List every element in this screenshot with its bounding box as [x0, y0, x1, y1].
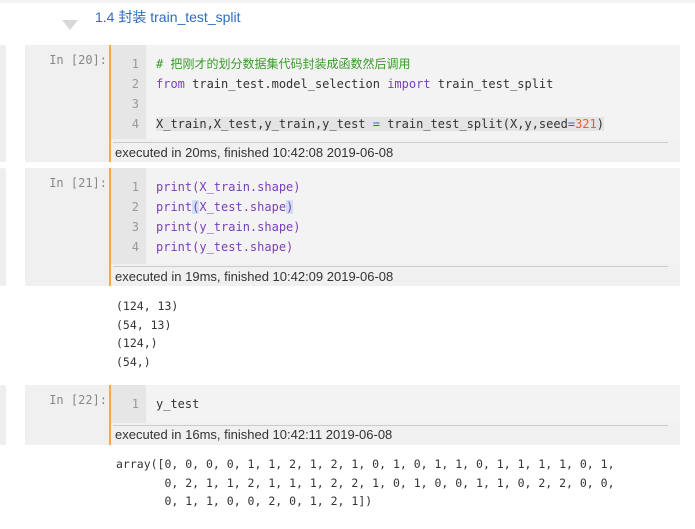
code-text: print(y_train.shape): [156, 220, 301, 234]
code-text: ): [596, 117, 604, 131]
code-number: 321: [575, 117, 597, 131]
cell-selection-bar: [0, 45, 6, 162]
input-prompt: In [20]:: [49, 53, 107, 67]
code-text: print: [156, 200, 193, 214]
code-text: print(y_test.shape): [156, 240, 294, 254]
code-cell-20[interactable]: In [20]: 1 # 把刚才的划分数据集代码封装成函数然后调用 2 from t…: [0, 45, 680, 162]
line-number: 1: [131, 180, 139, 194]
line-number: 3: [131, 97, 139, 111]
cell-selection-bar: [0, 168, 6, 286]
code-line[interactable]: 2 print(X_test.shape): [111, 197, 294, 217]
cell-selection-bar: [0, 385, 6, 445]
code-line[interactable]: 1 y_test: [111, 394, 200, 414]
execution-info: executed in 20ms, finished 10:42:08 2019…: [115, 145, 394, 160]
code-comment: # 把刚才的划分数据集代码封装成函数然后调用: [156, 57, 411, 71]
code-text: train_test_split: [430, 77, 554, 91]
execution-info: executed in 19ms, finished 10:42:09 2019…: [115, 269, 394, 284]
code-cell-22[interactable]: In [22]: 1 y_test executed in 16ms, finis…: [0, 385, 680, 445]
line-number: 2: [131, 200, 139, 214]
code-line[interactable]: 1 # 把刚才的划分数据集代码封装成函数然后调用: [111, 54, 411, 74]
code-operator: =: [567, 117, 576, 131]
divider: [113, 266, 668, 267]
matched-bracket: ): [286, 200, 294, 214]
collapse-triangle-icon[interactable]: [62, 20, 78, 30]
cell-output: array([0, 0, 0, 0, 1, 1, 2, 1, 2, 1, 0, …: [116, 457, 615, 508]
code-line[interactable]: 4 print(y_test.shape): [111, 237, 294, 257]
line-number: 2: [131, 77, 139, 91]
code-operator: =: [372, 117, 380, 131]
code-line[interactable]: 3 print(y_train.shape): [111, 217, 301, 237]
input-prompt: In [22]:: [49, 393, 107, 407]
code-line[interactable]: 3: [111, 94, 156, 114]
top-divider: [0, 0, 695, 3]
line-number: 3: [131, 220, 139, 234]
code-line[interactable]: 2 from train_test.model_selection import …: [111, 74, 554, 94]
divider: [113, 425, 668, 426]
code-cell-21[interactable]: In [21]: 1 print(X_train.shape) 2 print(X_…: [0, 168, 680, 286]
line-number: 1: [131, 57, 139, 71]
input-prompt: In [21]:: [49, 176, 107, 190]
code-editor[interactable]: [146, 385, 680, 423]
execution-info: executed in 16ms, finished 10:42:11 2019…: [115, 427, 393, 442]
code-line[interactable]: 1 print(X_train.shape): [111, 177, 301, 197]
divider: [113, 142, 668, 143]
code-text: X_test.shape: [199, 200, 287, 214]
code-text: X_train,X_test,y_train,y_test: [156, 117, 373, 131]
cell-output: (124, 13) (54, 13) (124,) (54,): [116, 299, 179, 369]
section-heading[interactable]: 1.4 封装 train_test_split: [95, 7, 241, 27]
code-text: print(X_train.shape): [156, 180, 301, 194]
code-keyword: from: [156, 77, 185, 91]
code-text: train_test_split(X,y,seed: [379, 117, 568, 131]
code-text: train_test.model_selection: [184, 77, 388, 91]
code-text: y_test: [156, 397, 200, 411]
line-number: 4: [131, 117, 139, 131]
code-keyword: import: [387, 77, 431, 91]
line-number: 4: [131, 240, 139, 254]
code-line[interactable]: 4 X_train,X_test,y_train,y_test = train_t…: [111, 114, 604, 134]
line-number: 1: [131, 397, 139, 411]
